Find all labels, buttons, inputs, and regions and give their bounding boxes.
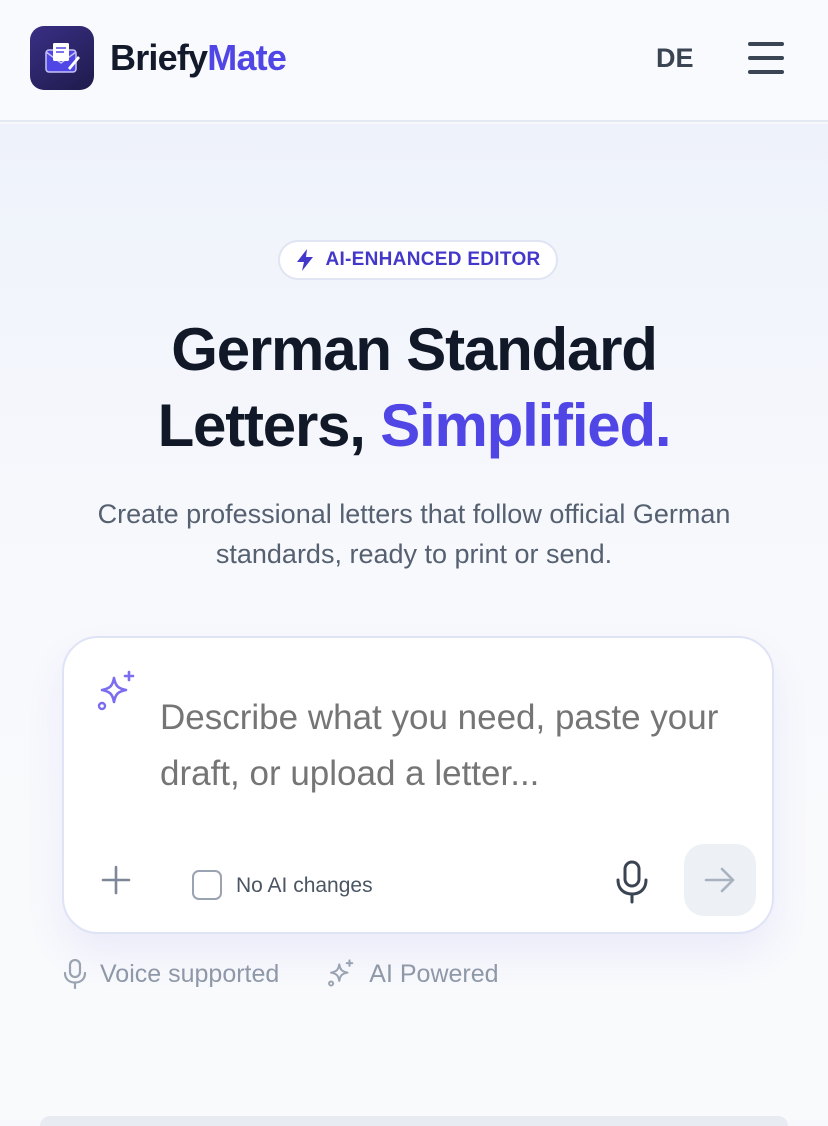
- next-section-edge: [40, 1116, 788, 1126]
- letter-prompt-input[interactable]: [160, 690, 720, 870]
- arrow-right-icon: [704, 867, 735, 893]
- microphone-icon: [63, 959, 87, 989]
- brand-name-part2: Mate: [207, 37, 287, 78]
- language-switch-button[interactable]: DE: [656, 40, 694, 76]
- top-header: BriefyMate DE: [0, 0, 828, 122]
- sparkles-icon: [97, 670, 135, 711]
- microphone-icon[interactable]: [612, 860, 652, 904]
- sparkles-icon: [328, 959, 354, 987]
- feature-voice-label: Voice supported: [100, 960, 280, 988]
- badge-label: AI-ENHANCED EDITOR: [325, 249, 541, 270]
- add-attachment-icon[interactable]: [100, 864, 132, 896]
- letter-composer-card: No AI changes: [62, 636, 774, 934]
- ai-badge: AI-ENHANCED EDITOR: [278, 240, 558, 280]
- send-button[interactable]: [684, 844, 756, 916]
- lightning-bolt-icon: [297, 249, 314, 271]
- hamburger-menu-icon[interactable]: [744, 38, 788, 78]
- feature-ai-label: AI Powered: [369, 960, 499, 988]
- feature-voice: Voice supported: [62, 957, 279, 991]
- hero-subtitle: Create professional letters that follow …: [97, 499, 731, 569]
- title-line2-plain: Letters,: [157, 392, 381, 459]
- title-line1: German Standard: [171, 316, 658, 383]
- brand-name[interactable]: BriefyMate: [110, 36, 287, 80]
- page-title: German Standard Letters, Simplified.: [0, 312, 828, 464]
- feature-ai: AI Powered: [327, 957, 499, 991]
- feature-list: Voice supported AI Powered: [62, 956, 547, 992]
- no-ai-changes-checkbox[interactable]: [192, 870, 222, 900]
- envelope-pen-icon: [45, 43, 80, 73]
- no-ai-changes-label: No AI changes: [236, 874, 373, 897]
- title-line2-accent: Simplified.: [380, 392, 671, 459]
- brand-logo[interactable]: [30, 26, 94, 90]
- brand-name-part1: Briefy: [110, 37, 208, 78]
